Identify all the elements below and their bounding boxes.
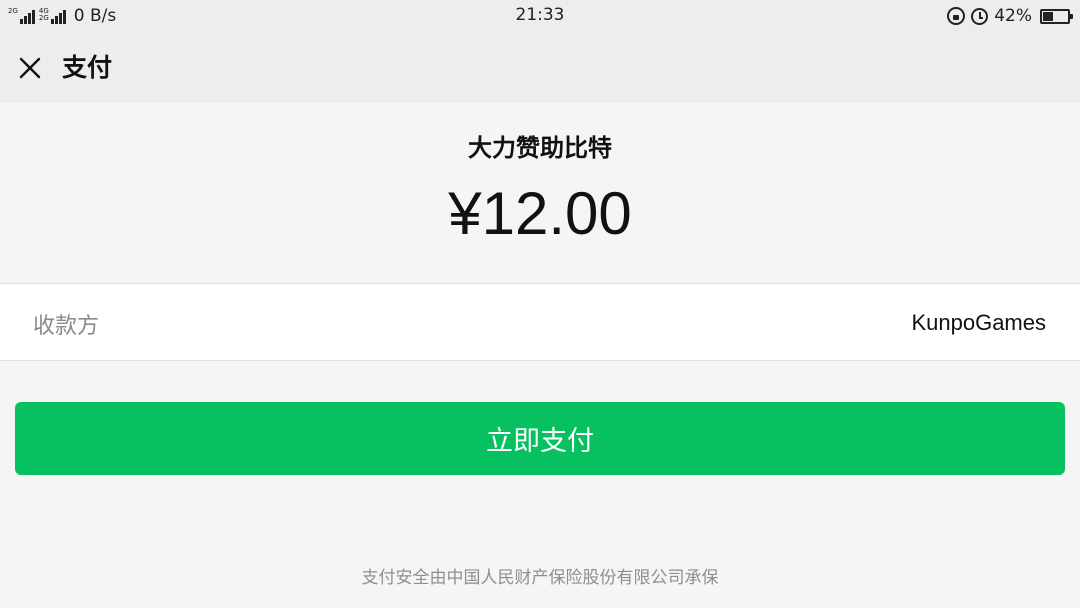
battery-percent: 42%	[994, 6, 1032, 26]
battery-fill	[1043, 11, 1053, 21]
page-title: 支付	[62, 53, 113, 82]
payee-label: 收款方	[33, 314, 100, 339]
payee-row: 收款方 KunpoGames	[0, 283, 1080, 361]
product-name: 大力赞助比特	[468, 134, 612, 162]
rotation-lock-icon	[947, 7, 966, 25]
close-button[interactable]	[14, 52, 46, 84]
payee-value: KunpoGames	[911, 310, 1046, 335]
battery-icon	[1040, 8, 1073, 24]
status-bar: 2G 4G 2G 0 B/s 21:33 42%	[0, 0, 1080, 32]
insurance-note: 支付安全由中国人民财产保险股份有限公司承保	[361, 568, 719, 588]
close-icon	[19, 57, 41, 79]
status-right: 42%	[947, 4, 1073, 28]
header-bar: 支付	[0, 32, 1080, 103]
payment-amount: ¥12.00	[448, 180, 632, 247]
alarm-icon	[971, 7, 989, 25]
status-time: 21:33	[515, 5, 565, 25]
pay-now-button[interactable]: 立即支付	[15, 402, 1065, 475]
